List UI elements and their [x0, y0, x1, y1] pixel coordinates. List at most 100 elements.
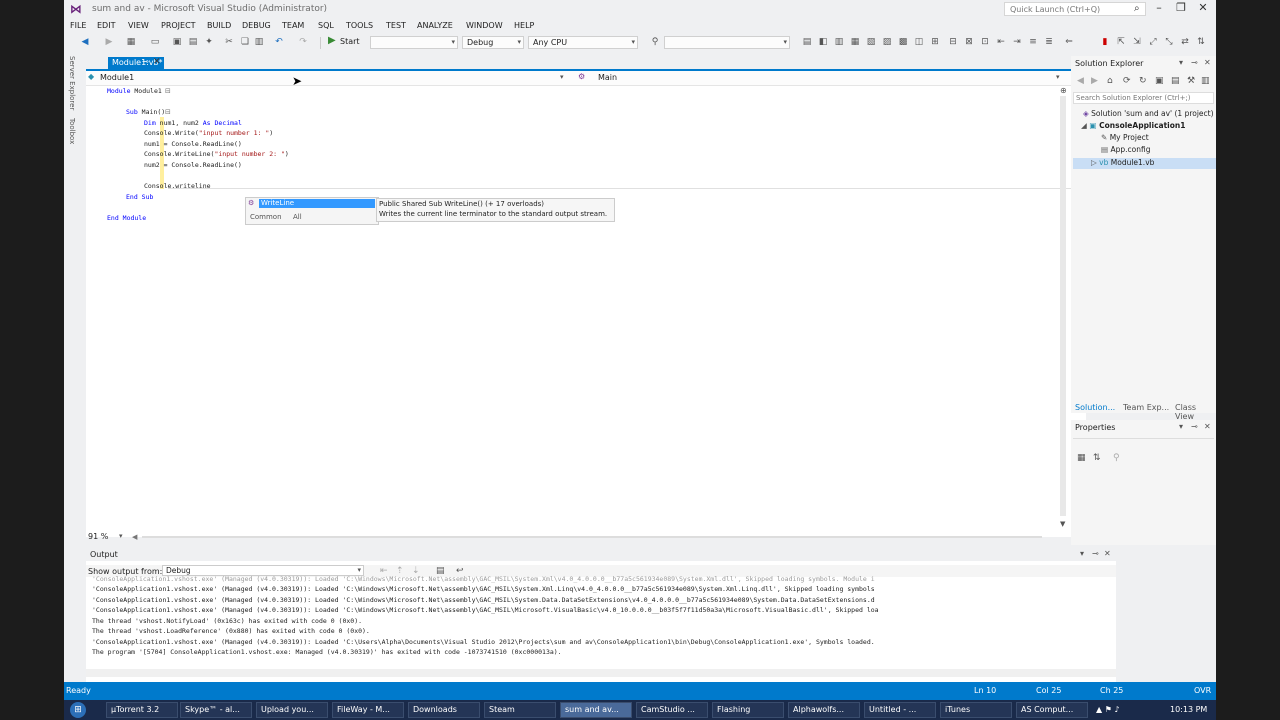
configuration-dropdown[interactable]: Debug ▾: [462, 36, 524, 49]
search-icon[interactable]: ⌕: [1134, 3, 1140, 14]
system-tray-icons[interactable]: ▲ ⚑ ♪: [1096, 705, 1120, 714]
cut-icon[interactable]: ✂: [224, 37, 234, 47]
home-icon[interactable]: ⌂: [1107, 76, 1113, 86]
toolbar-icon-m[interactable]: ⇤: [996, 37, 1006, 47]
toolbar-icon-u[interactable]: ⤡: [1164, 37, 1174, 47]
tree-my-project[interactable]: ✎ My Project: [1101, 133, 1149, 142]
properties-icon[interactable]: ⚒: [1187, 76, 1195, 86]
split-editor-icon[interactable]: ⊕: [1060, 86, 1067, 95]
intellisense-list[interactable]: ⚙ WriteLine Common All: [245, 197, 379, 225]
toolbox-tab[interactable]: Toolbox: [68, 118, 76, 144]
back-icon[interactable]: ◀: [1077, 76, 1084, 86]
forward-icon[interactable]: ▶: [1091, 76, 1098, 86]
close-tab-icon[interactable]: ✕: [153, 57, 161, 67]
toolbar-icon-s[interactable]: ⇲: [1132, 37, 1142, 47]
pin-icon[interactable]: ⊸: [142, 57, 149, 66]
view-code-icon[interactable]: ▥: [1201, 76, 1210, 86]
taskbar-app-downloads[interactable]: Downloads: [408, 702, 480, 718]
zoom-level[interactable]: 91 %: [88, 532, 108, 541]
find-dropdown[interactable]: ▾: [664, 36, 790, 49]
scroll-left-icon[interactable]: ◀: [132, 533, 137, 541]
forward-icon[interactable]: ▶: [104, 37, 114, 47]
taskbar-app-visual-studio[interactable]: sum and av...: [560, 702, 632, 718]
taskbar-app-untitled[interactable]: Untitled - ...: [864, 702, 936, 718]
editor-horizontal-scrollbar[interactable]: [142, 536, 1042, 538]
maximize-button[interactable]: ❐: [1172, 1, 1190, 15]
close-panel-icon[interactable]: ✕: [1204, 422, 1211, 431]
paste-icon[interactable]: ▥: [254, 37, 264, 47]
menu-team[interactable]: TEAM: [282, 19, 304, 33]
chevron-down-icon[interactable]: ▾: [1080, 549, 1084, 558]
toolbar-icon-f[interactable]: ▨: [882, 37, 892, 47]
menu-project[interactable]: PROJECT: [161, 19, 196, 33]
solution-search-input[interactable]: Search Solution Explorer (Ctrl+;): [1073, 92, 1214, 104]
windows-start-icon[interactable]: ⊞: [70, 702, 86, 718]
toolbar-icon-o[interactable]: ≡: [1028, 37, 1038, 47]
pin-icon[interactable]: ⊸: [1092, 549, 1099, 558]
bookmark-icon[interactable]: ▮: [1100, 37, 1110, 47]
open-file-icon[interactable]: ▭: [150, 37, 160, 47]
taskbar-app-as-computing[interactable]: AS Comput...: [1016, 702, 1088, 718]
categorized-icon[interactable]: ▦: [1077, 453, 1086, 463]
menu-tools[interactable]: TOOLS: [346, 19, 373, 33]
sync-icon[interactable]: ⟳: [1123, 76, 1131, 86]
pin-icon[interactable]: ⊸: [1191, 58, 1198, 67]
alphabetical-icon[interactable]: ⇅: [1093, 453, 1101, 463]
toolbar-icon-b[interactable]: ◧: [818, 37, 828, 47]
copy-icon[interactable]: ❏: [240, 37, 250, 47]
toolbar-icon-d[interactable]: ▦: [850, 37, 860, 47]
save-icon[interactable]: ▣: [172, 37, 182, 47]
menu-file[interactable]: FILE: [70, 19, 86, 33]
server-explorer-tab[interactable]: Server Explorer: [68, 56, 76, 110]
menu-view[interactable]: VIEW: [128, 19, 149, 33]
editor-vertical-scrollbar[interactable]: [1060, 96, 1066, 516]
tree-app-config[interactable]: ▤ App.config: [1101, 145, 1150, 154]
taskbar-app-fileway[interactable]: FileWay - M...: [332, 702, 404, 718]
toolbar-icon-n[interactable]: ⇥: [1012, 37, 1022, 47]
undo-icon[interactable]: ↶: [274, 37, 284, 47]
find-in-files-icon[interactable]: ⚲: [650, 37, 660, 47]
close-panel-icon[interactable]: ✕: [1104, 549, 1111, 558]
toolbar-icon-j[interactable]: ⊟: [948, 37, 958, 47]
taskbar-app-upload[interactable]: Upload you...: [256, 702, 328, 718]
toolbar-icon-c[interactable]: ▥: [834, 37, 844, 47]
taskbar-app-skype[interactable]: Skype™ - al...: [180, 702, 252, 718]
minimize-button[interactable]: –: [1150, 1, 1168, 15]
pin-icon[interactable]: ⊸: [1191, 422, 1198, 431]
menu-sql[interactable]: SQL: [318, 19, 334, 33]
toolbar-icon-l[interactable]: ⊡: [980, 37, 990, 47]
chevron-down-icon[interactable]: ▾: [1179, 58, 1183, 67]
tab-team-explorer[interactable]: Team Exp...: [1123, 403, 1169, 412]
toolbar-icon-k[interactable]: ⊠: [964, 37, 974, 47]
close-panel-icon[interactable]: ✕: [1204, 58, 1211, 67]
start-debug-icon[interactable]: ▶: [328, 35, 336, 46]
toolbar-icon-e[interactable]: ▧: [866, 37, 876, 47]
toolbar-icon-h[interactable]: ◫: [914, 37, 924, 47]
completion-tab-all[interactable]: All: [293, 213, 302, 221]
find-icon[interactable]: ✦: [204, 37, 214, 47]
start-button[interactable]: Start: [340, 37, 360, 46]
process-dropdown[interactable]: ▾: [370, 36, 458, 49]
taskbar-app-flashing[interactable]: Flashing: [712, 702, 784, 718]
menu-test[interactable]: TEST: [386, 19, 406, 33]
save-all-icon[interactable]: ▤: [188, 37, 198, 47]
property-pages-icon[interactable]: ⚲: [1113, 453, 1120, 463]
toolbar-icon-r[interactable]: ⇱: [1116, 37, 1126, 47]
collapse-sub-icon[interactable]: ⊟: [165, 108, 171, 116]
toolbar-icon-v[interactable]: ⇄: [1180, 37, 1190, 47]
back-icon[interactable]: ◀: [80, 37, 90, 47]
taskbar-app-steam[interactable]: Steam: [484, 702, 556, 718]
toolbar-icon-w[interactable]: ⇅: [1196, 37, 1206, 47]
refresh-icon[interactable]: ↻: [1139, 76, 1147, 86]
menu-edit[interactable]: EDIT: [97, 19, 115, 33]
tab-class-view[interactable]: Class View: [1175, 403, 1216, 421]
tree-module1[interactable]: ▷ vb Module1.vb: [1091, 158, 1154, 167]
output-horizontal-scrollbar[interactable]: [86, 669, 1116, 677]
toolbar-icon-t[interactable]: ⤢: [1148, 37, 1158, 47]
menu-debug[interactable]: DEBUG: [242, 19, 271, 33]
toolbar-icon-q[interactable]: ⇐: [1064, 37, 1074, 47]
close-window-button[interactable]: ✕: [1194, 1, 1212, 15]
taskbar-app-camstudio[interactable]: CamStudio ...: [636, 702, 708, 718]
scroll-down-icon[interactable]: ▼: [1060, 520, 1065, 528]
type-dropdown[interactable]: Module1: [100, 73, 134, 82]
